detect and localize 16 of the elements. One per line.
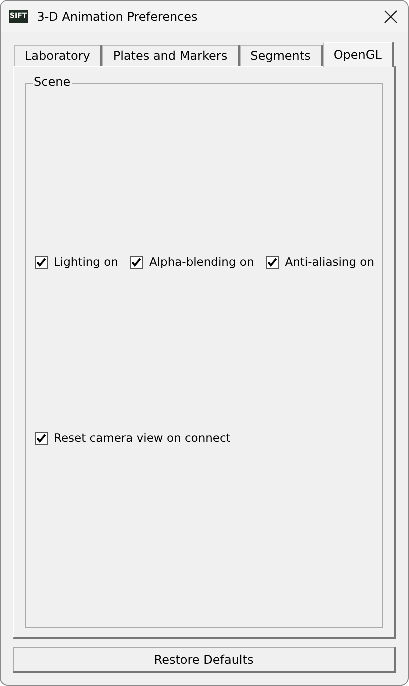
- restore-defaults-button[interactable]: Restore Defaults: [13, 647, 396, 673]
- checkbox-label: Alpha-blending on: [149, 255, 254, 269]
- checkbox[interactable]: [130, 256, 144, 268]
- close-icon[interactable]: [384, 10, 398, 24]
- checkbox-label: Reset camera view on connect: [54, 431, 231, 445]
- tab[interactable]: Segments: [240, 45, 323, 66]
- checkbox[interactable]: [266, 256, 280, 268]
- tab[interactable]: Laboratory: [14, 45, 102, 66]
- tab[interactable]: Plates and Markers: [102, 45, 240, 66]
- checkbox-label: Anti-aliasing on: [285, 255, 374, 269]
- tab[interactable]: OpenGL: [322, 42, 394, 67]
- checkbox-label: Lighting on: [54, 255, 118, 269]
- group-title: Scene: [33, 75, 72, 89]
- checkbox[interactable]: [35, 256, 48, 268]
- window-title: 3-D Animation Preferences: [37, 10, 199, 24]
- checkbox[interactable]: [35, 432, 48, 444]
